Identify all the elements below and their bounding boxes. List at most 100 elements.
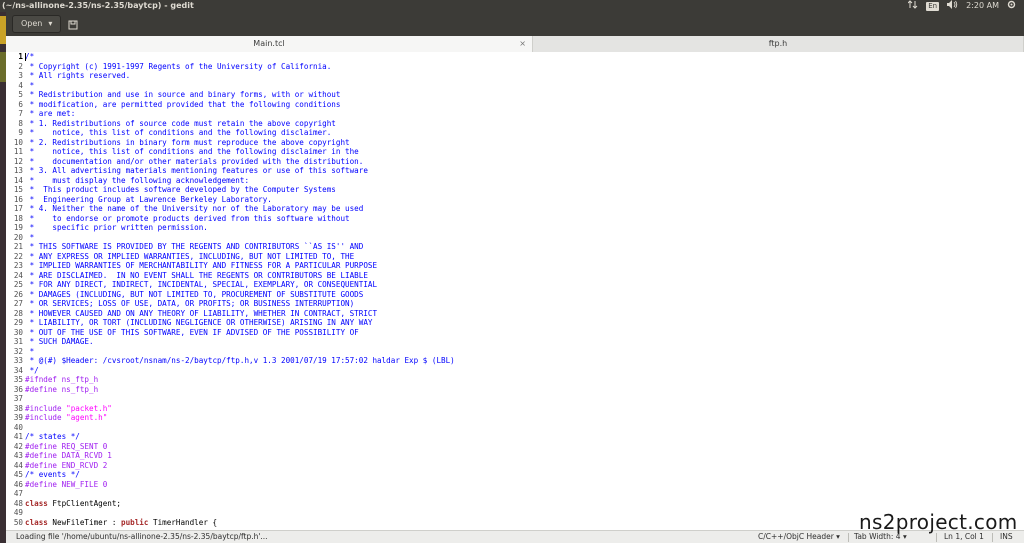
divider — [936, 533, 937, 542]
code-line: 9 * notice, this list of conditions and … — [6, 128, 1016, 138]
new-document-button[interactable] — [64, 15, 82, 33]
line-text: * must display the following acknowledge… — [25, 175, 250, 185]
status-message: Loading file '/home/ubuntu/ns-allinone-2… — [16, 532, 268, 541]
code-line: 31 * SUCH DAMAGE. — [6, 337, 1016, 347]
line-text: * FOR ANY DIRECT, INDIRECT, INCIDENTAL, … — [25, 280, 378, 289]
code-line: 48 class FtpClientAgent; — [6, 499, 1016, 509]
line-text: * HOWEVER CAUSED AND ON ANY THEORY OF LI… — [25, 308, 378, 318]
code-editor[interactable]: 1/* 2 * Copyright (c) 1991-1997 Regents o… — [6, 52, 1024, 530]
code-line: 38 #include "packet.h" — [6, 404, 1016, 414]
code-token: FtpClientAgent; — [47, 498, 122, 508]
line-text: * This product includes software develop… — [25, 185, 336, 194]
code-line: 5 * Redistribution and use in source and… — [6, 90, 1016, 100]
code-line: 18 * to endorse or promote products deri… — [6, 214, 1016, 224]
line-text: * notice, this list of conditions and th… — [25, 147, 359, 156]
line-text: #define DATA_RCVD 1 — [25, 451, 112, 460]
code-line: 15 * This product includes software deve… — [6, 185, 1016, 195]
line-number: 46 — [13, 479, 23, 489]
code-line: 32 * — [6, 347, 1016, 357]
chevron-down-icon: ▾ — [836, 532, 840, 541]
code-line: 37 — [6, 394, 1016, 404]
line-number: 39 — [13, 413, 23, 422]
code-line: 45/* events */ — [6, 470, 1016, 480]
line-number: 6 — [18, 99, 23, 109]
window-title: (~/ns-allinone-2.35/ns-2.35/baytcp) - ge… — [2, 1, 194, 10]
code-token: class — [25, 517, 48, 527]
code-line: 2 * Copyright (c) 1991-1997 Regents of t… — [6, 62, 1016, 72]
code-line: 10 * 2. Redistributions in binary form m… — [6, 138, 1016, 148]
code-line: 1/* — [6, 52, 1016, 62]
line-text: * 4. Neither the name of the University … — [25, 204, 364, 213]
code-line: 13 * 3. All advertising materials mentio… — [6, 166, 1016, 176]
code-line: 43 #define DATA_RCVD 1 — [6, 451, 1016, 461]
code-line: 40 — [6, 423, 1016, 433]
line-text: * — [25, 80, 35, 90]
line-number: 7 — [18, 109, 23, 118]
code-token: NewFileTimer : — [47, 517, 122, 527]
line-number: 8 — [18, 118, 23, 128]
code-token: TimerHandler { — [148, 517, 218, 527]
language-selector[interactable]: C/C++/ObjC Header ▾ — [758, 531, 840, 543]
line-number: 10 — [13, 137, 23, 147]
clock[interactable]: 2:20 AM — [966, 0, 999, 12]
line-number: 17 — [13, 204, 23, 213]
code-line: 14 * must display the following acknowle… — [6, 176, 1016, 186]
line-text: /* — [25, 52, 35, 61]
code-line: 33 * @(#) $Header: /cvsroot/nsnam/ns-2/b… — [6, 356, 1016, 366]
code-line: 24 * ARE DISCLAIMED. IN NO EVENT SHALL T… — [6, 271, 1016, 281]
line-number: 19 — [13, 223, 23, 232]
line-number: 3 — [18, 71, 23, 80]
open-button[interactable]: Open ▾ — [12, 15, 62, 33]
line-number: 43 — [13, 451, 23, 460]
line-text: * — [25, 346, 35, 356]
line-number: 20 — [13, 232, 23, 242]
line-number: 37 — [13, 394, 23, 403]
line-number: 16 — [13, 194, 23, 204]
line-number: 34 — [13, 365, 23, 375]
line-text: * DAMAGES (INCLUDING, BUT NOT LIMITED TO… — [25, 289, 364, 299]
network-arrows-icon[interactable] — [907, 0, 918, 13]
volume-icon[interactable] — [947, 0, 958, 13]
line-number: 50 — [13, 517, 23, 527]
tab-ftp-h[interactable]: ftp.h — [533, 36, 1024, 52]
language-label: C/C++/ObjC Header — [758, 532, 834, 541]
line-text: * — [25, 232, 35, 242]
line-text: /* states */ — [25, 432, 80, 441]
keyboard-language-indicator[interactable]: En — [926, 1, 940, 11]
close-icon[interactable]: × — [519, 36, 526, 52]
line-text: #ifndef ns_ftp_h — [25, 375, 99, 384]
line-number: 1 — [18, 52, 23, 61]
line-number: 40 — [13, 422, 23, 432]
line-number: 14 — [13, 175, 23, 185]
line-number: 15 — [13, 185, 23, 194]
code-line: 11 * notice, this list of conditions and… — [6, 147, 1016, 157]
code-line: 20 * — [6, 233, 1016, 243]
code-line: 41/* states */ — [6, 432, 1016, 442]
line-text: * OR SERVICES; LOSS OF USE, DATA, OR PRO… — [25, 299, 355, 308]
settings-gear-icon[interactable] — [1007, 0, 1016, 13]
line-number: 9 — [18, 128, 23, 137]
line-text: */ — [25, 365, 39, 375]
line-number: 35 — [13, 375, 23, 384]
code-line: 39 #include "agent.h" — [6, 413, 1016, 423]
line-text: * Copyright (c) 1991-1997 Regents of the… — [25, 61, 332, 71]
line-text: * 2. Redistributions in binary form must… — [25, 137, 350, 147]
line-number: 13 — [13, 166, 23, 175]
code-line: 19 * specific prior written permission. — [6, 223, 1016, 233]
code-line: 21 * THIS SOFTWARE IS PROVIDED BY THE RE… — [6, 242, 1016, 252]
system-tray: En 2:20 AM — [907, 0, 1016, 13]
tab-main-tcl[interactable]: Main.tcl × — [6, 36, 533, 52]
code-token: #include — [25, 403, 67, 413]
line-text: * to endorse or promote products derived… — [25, 213, 350, 223]
line-number: 44 — [13, 460, 23, 470]
code-line: 27 * OR SERVICES; LOSS OF USE, DATA, OR … — [6, 299, 1016, 309]
line-text: #define NEW_FILE 0 — [25, 479, 108, 489]
code-line: 35 #ifndef ns_ftp_h — [6, 375, 1016, 385]
line-text: /* events */ — [25, 470, 80, 479]
line-number: 47 — [13, 489, 23, 498]
code-line: 26 * DAMAGES (INCLUDING, BUT NOT LIMITED… — [6, 290, 1016, 300]
line-number: 22 — [13, 251, 23, 261]
line-text: #include "packet.h" — [25, 404, 112, 414]
new-document-icon — [68, 15, 78, 34]
line-text: * THIS SOFTWARE IS PROVIDED BY THE REGEN… — [25, 242, 364, 251]
